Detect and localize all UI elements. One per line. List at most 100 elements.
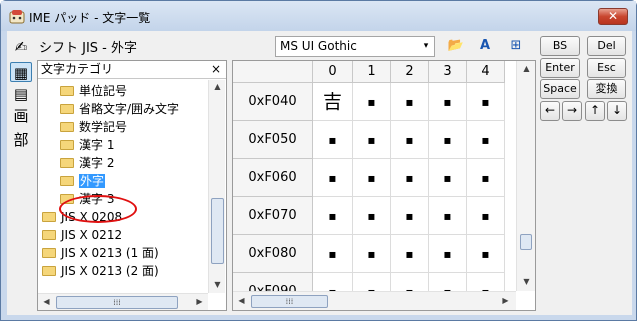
selection-highlight-circle (59, 195, 137, 223)
char-cell[interactable]: ▪ (391, 159, 429, 197)
client-area: ✍ ▦ ▤ 画 部 シフト JIS - 外字 MS UI Gothic ▾ 📂 … (7, 31, 632, 315)
arrow-right-icon[interactable]: → (562, 101, 582, 121)
row-header: 0xF070 (233, 197, 313, 235)
scroll-thumb[interactable] (211, 198, 224, 264)
char-cell[interactable]: ▪ (429, 159, 467, 197)
tree-horizontal-scrollbar[interactable]: ◀ ⁞⁞⁞ ▶ (38, 293, 208, 310)
row-header: 0xF040 (233, 83, 313, 121)
tree-item-label: 漢字 2 (79, 156, 115, 170)
arrow-down-icon[interactable]: ↓ (607, 101, 627, 121)
tree-item-gaiji[interactable]: 外字 (60, 172, 106, 190)
tree-item-abbreviations[interactable]: 省略文字/囲み文字 (60, 100, 179, 118)
folder-icon (60, 86, 74, 96)
char-cell[interactable]: 吉 (313, 83, 353, 121)
folder-icon (42, 266, 56, 276)
char-cell[interactable]: ▪ (467, 197, 505, 235)
column-header: 2 (391, 61, 429, 83)
char-cell[interactable]: ▪ (429, 235, 467, 273)
char-cell[interactable]: ▪ (429, 197, 467, 235)
tree-item-label: 単位記号 (79, 84, 128, 98)
handwriting-icon[interactable]: ✍ (10, 37, 32, 57)
enter-button[interactable]: Enter (540, 58, 580, 78)
current-category-label: シフト JIS - 外字 (39, 41, 138, 56)
chevron-down-icon[interactable]: ▾ (418, 37, 434, 56)
font-size-icon[interactable]: A (472, 36, 498, 57)
scroll-up-icon[interactable]: ▲ (518, 64, 535, 73)
char-cell[interactable]: ▪ (313, 197, 353, 235)
tree-item-jis-x-0213-2[interactable]: JIS X 0213 (2 面) (42, 262, 159, 280)
scroll-left-icon[interactable]: ◀ (233, 296, 250, 305)
folder-icon (42, 212, 56, 222)
char-cell[interactable]: ▪ (391, 235, 429, 273)
char-cell[interactable]: ▪ (467, 83, 505, 121)
char-cell[interactable]: ▪ (353, 121, 391, 159)
folder-open-icon[interactable]: 📂 (443, 36, 469, 57)
font-select[interactable]: MS UI Gothic ▾ (275, 36, 435, 57)
char-cell[interactable]: ▪ (391, 197, 429, 235)
char-cell[interactable]: ▪ (353, 235, 391, 273)
folder-icon (60, 176, 74, 186)
row-header: 0xF080 (233, 235, 313, 273)
backspace-button[interactable]: BS (540, 36, 580, 56)
char-cell[interactable]: ▪ (467, 121, 505, 159)
delete-button[interactable]: Del (587, 36, 626, 56)
tree-item-kanji-1[interactable]: 漢字 1 (60, 136, 114, 154)
char-cell[interactable]: ▪ (467, 235, 505, 273)
soft-keyboard-icon[interactable]: ▤ (10, 84, 32, 104)
category-tree: 文字カテゴリ × 単位記号 省略文字/囲み文字 数学記号 漢字 1 漢字 2 外… (37, 60, 227, 311)
tree-item-label: JIS X 0213 (2 面) (61, 264, 159, 278)
scroll-thumb[interactable]: ⁞⁞⁞ (251, 295, 328, 308)
tree-item-jis-x-0213-1[interactable]: JIS X 0213 (1 面) (42, 244, 159, 262)
char-cell[interactable]: ▪ (429, 83, 467, 121)
convert-button[interactable]: 変換 (587, 79, 626, 99)
char-cell[interactable]: ▪ (313, 159, 353, 197)
arrow-left-icon[interactable]: ← (540, 101, 560, 121)
char-cell[interactable]: ▪ (467, 159, 505, 197)
tree-item-kanji-2[interactable]: 漢字 2 (60, 154, 114, 172)
font-select-value: MS UI Gothic (280, 39, 357, 53)
title-bar[interactable]: IME パッド - 文字一覧 ✕ (1, 1, 636, 31)
stroke-count-icon[interactable]: 画 (10, 106, 32, 126)
grid-vertical-scrollbar[interactable]: ▲ ▼ (516, 61, 535, 291)
space-button[interactable]: Space (540, 79, 580, 99)
category-panel-title: 文字カテゴリ (41, 62, 114, 76)
tree-vertical-scrollbar[interactable]: ▲ ▼ (208, 80, 225, 293)
arrow-up-icon[interactable]: ↑ (585, 101, 605, 121)
char-cell[interactable]: ▪ (313, 235, 353, 273)
tree-item-label: 省略文字/囲み文字 (79, 102, 180, 116)
radical-icon[interactable]: 部 (10, 130, 32, 150)
close-button[interactable]: ✕ (598, 8, 628, 25)
character-grid: 0 1 2 3 4 0xF040 吉 ▪ ▪ ▪ ▪ 0xF050 ▪ ▪ ▪ … (232, 60, 536, 311)
char-cell[interactable]: ▪ (429, 121, 467, 159)
folder-icon (60, 104, 74, 114)
escape-button[interactable]: Esc (587, 58, 626, 78)
tree-item-label: JIS X 0212 (61, 228, 123, 242)
tree-item-label: 数学記号 (79, 120, 128, 134)
scroll-down-icon[interactable]: ▼ (518, 277, 535, 286)
close-icon[interactable]: × (211, 61, 221, 78)
char-list-icon[interactable]: ▦ (10, 62, 32, 82)
char-cell[interactable]: ▪ (353, 159, 391, 197)
char-cell[interactable]: ▪ (313, 121, 353, 159)
char-cell[interactable]: ▪ (353, 83, 391, 121)
scroll-up-icon[interactable]: ▲ (209, 82, 226, 91)
column-header: 1 (353, 61, 391, 83)
scroll-thumb[interactable] (520, 234, 532, 250)
scroll-left-icon[interactable]: ◀ (38, 297, 55, 306)
ime-pad-window: IME パッド - 文字一覧 ✕ ✍ ▦ ▤ 画 部 シフト JIS - 外字 … (0, 0, 637, 321)
char-cell[interactable]: ▪ (353, 197, 391, 235)
scroll-right-icon[interactable]: ▶ (191, 297, 208, 306)
tree-item-unit-symbols[interactable]: 単位記号 (60, 82, 127, 100)
scroll-down-icon[interactable]: ▼ (209, 280, 226, 289)
row-header: 0xF060 (233, 159, 313, 197)
scroll-right-icon[interactable]: ▶ (497, 296, 514, 305)
char-cell[interactable]: ▪ (391, 83, 429, 121)
scroll-thumb[interactable]: ⁞⁞⁞ (56, 296, 178, 309)
grid-horizontal-scrollbar[interactable]: ◀ ⁞⁞⁞ ▶ (233, 291, 516, 310)
tree-item-jis-x-0212[interactable]: JIS X 0212 (42, 226, 122, 244)
tree-item-math-symbols[interactable]: 数学記号 (60, 118, 127, 136)
view-mode-icon[interactable]: ⊞ (503, 36, 529, 57)
column-header: 3 (429, 61, 467, 83)
char-cell[interactable]: ▪ (391, 121, 429, 159)
column-header: 0 (313, 61, 353, 83)
